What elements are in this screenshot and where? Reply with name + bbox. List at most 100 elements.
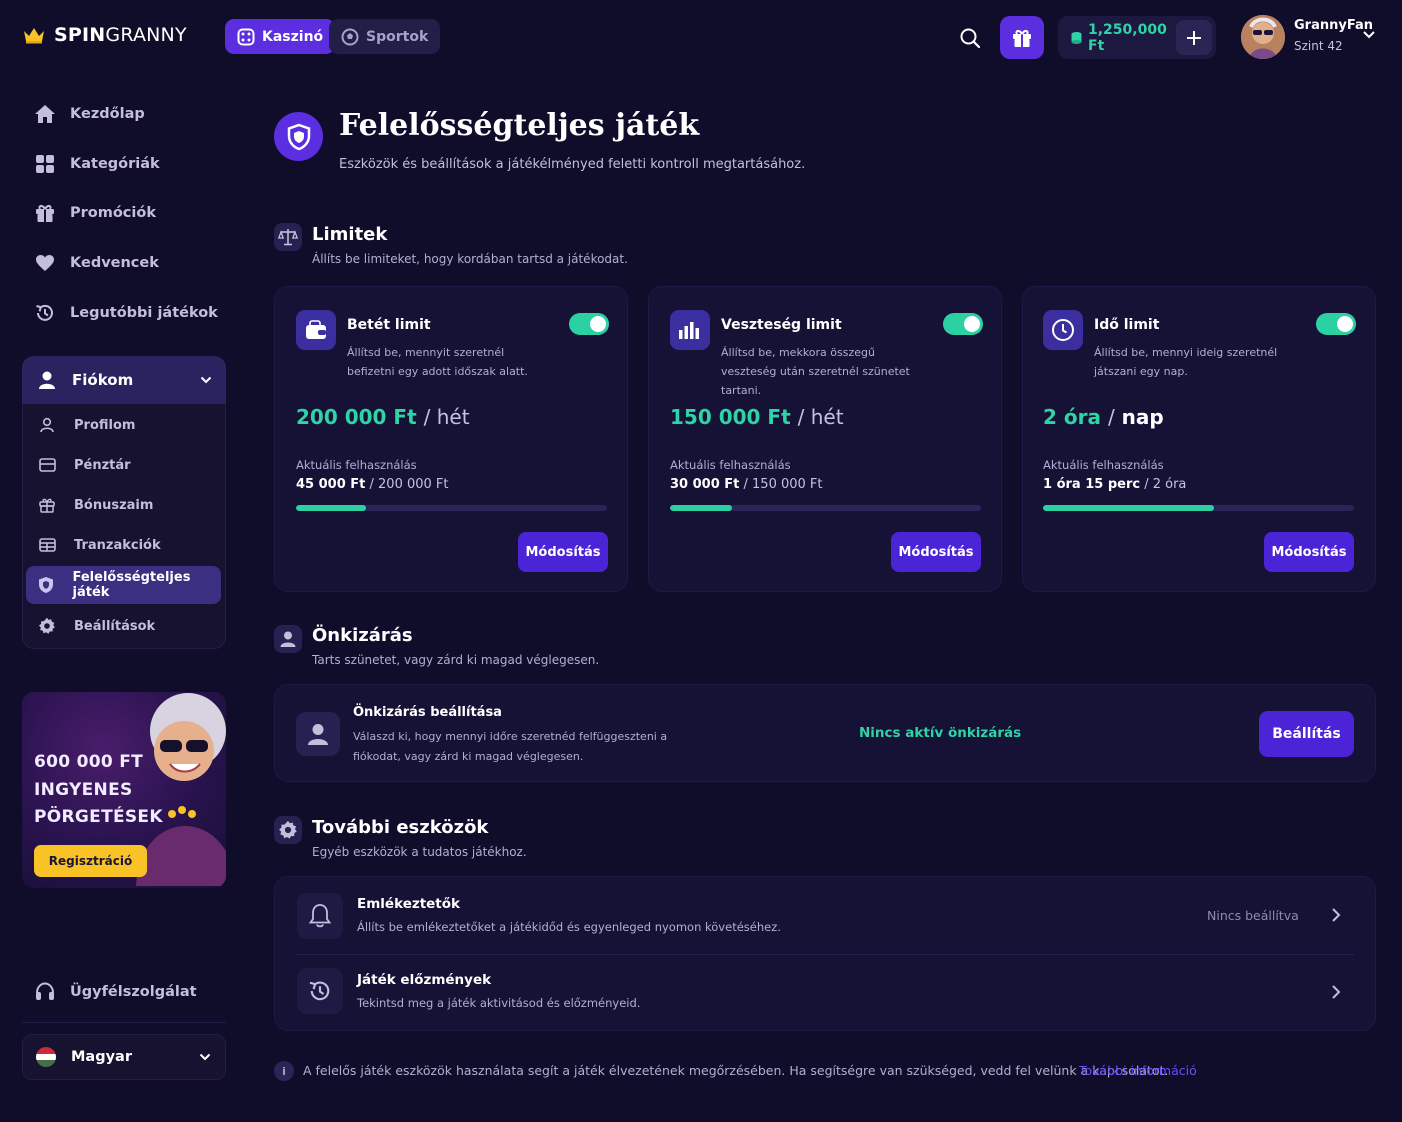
deposit-limit-value: 200 000 Ft / hét: [296, 405, 470, 429]
brand-logo[interactable]: SPINGRANNY: [22, 24, 187, 46]
page-title: Felelősségteljes játék: [339, 108, 700, 143]
self-exclusion-subtitle: Tarts szünetet, vagy zárd ki magad végle…: [312, 653, 600, 667]
tab-sports[interactable]: Sportok: [329, 19, 441, 54]
sidebar-item-label: Tranzakciók: [74, 537, 161, 553]
account-menu-label: Fiókom: [72, 371, 134, 389]
more-info-link[interactable]: További információ: [1079, 1063, 1197, 1078]
sidebar-item-recent-games[interactable]: Legutóbbi játékok: [22, 293, 226, 333]
page-subtitle: Eszközök és beállítások a játékélményed …: [339, 157, 806, 172]
search-button[interactable]: [954, 22, 986, 54]
sidebar-item-support[interactable]: Ügyfélszolgálat: [22, 972, 226, 1012]
card-description: Állítsd be, mennyi ideig szeretnél játsz…: [1094, 346, 1278, 378]
gear-icon: [274, 816, 302, 844]
loss-limit-value: 150 000 Ft / hét: [670, 405, 844, 429]
self-exclusion-setup-button[interactable]: Beállítás: [1259, 711, 1354, 757]
card-title: Betét limit: [347, 317, 431, 333]
sidebar-item-categories[interactable]: Kategóriák: [22, 144, 226, 184]
scales-icon: [274, 223, 302, 251]
usage-value: 1 óra 15 perc / 2 óra: [1043, 477, 1186, 492]
sidebar-item-label: Kezdőlap: [70, 106, 145, 122]
avatar[interactable]: [1241, 15, 1285, 59]
sidebar-item-label: Promóciók: [70, 205, 156, 221]
history-icon: [34, 302, 56, 324]
usage-current: 45 000 Ft: [296, 477, 366, 492]
usage-total: / 200 000 Ft: [369, 477, 449, 492]
sidebar-item-responsible-gaming[interactable]: Felelősségteljes játék: [26, 566, 221, 604]
tool-title: Emlékeztetők: [357, 896, 461, 912]
limits-title: Limitek: [312, 224, 388, 245]
promo-line: INGYENES: [34, 780, 133, 800]
chevron-right-icon[interactable]: [1331, 907, 1341, 923]
heart-icon: [34, 252, 56, 274]
shield-icon: [36, 574, 57, 596]
sidebar-item-home[interactable]: Kezdőlap: [22, 94, 226, 134]
self-exclusion-status: Nincs aktív önkizárás: [859, 725, 1022, 741]
register-button[interactable]: Regisztráció: [34, 845, 147, 877]
sidebar-item-settings[interactable]: Beállítások: [26, 607, 221, 645]
brand-name-regular: GRANNY: [105, 24, 187, 46]
user-icon: [296, 712, 340, 756]
gift-icon: [36, 494, 58, 516]
modify-time-limit-button[interactable]: Módosítás: [1264, 532, 1354, 572]
grid-icon: [34, 153, 56, 175]
usage-progress-fill: [1043, 505, 1215, 511]
language-label: Magyar: [71, 1049, 132, 1065]
user-icon: [274, 625, 302, 653]
limit-amount: 2 óra: [1043, 405, 1101, 429]
plus-icon: [1185, 29, 1203, 47]
chevron-down-icon[interactable]: [1362, 30, 1376, 40]
time-limit-value: 2 óra / nap: [1043, 405, 1164, 429]
wallet-icon: [296, 310, 336, 350]
tab-casino-label: Kaszinó: [262, 28, 324, 45]
tool-description: Tekintsd meg a játék aktivitásod és előz…: [357, 996, 641, 1010]
toggle-knob: [590, 316, 606, 332]
usage-current: 1 óra 15 perc: [1043, 477, 1141, 492]
language-select[interactable]: Magyar: [22, 1034, 226, 1080]
sports-icon: [341, 28, 359, 46]
sidebar-item-profile[interactable]: Profilom: [26, 406, 221, 444]
time-limit-toggle[interactable]: [1316, 313, 1356, 335]
user-icon: [36, 414, 58, 436]
chevron-down-icon: [199, 1053, 211, 1061]
bar-chart-icon: [670, 310, 710, 350]
modify-deposit-limit-button[interactable]: Módosítás: [518, 532, 608, 572]
brand-name-bold: SPIN: [54, 24, 106, 46]
modify-loss-limit-button[interactable]: Módosítás: [891, 532, 981, 572]
chevron-right-icon[interactable]: [1331, 984, 1341, 1000]
card-title: Veszteség limit: [721, 317, 842, 333]
sidebar-item-cashier[interactable]: Pénztár: [26, 446, 221, 484]
deposit-limit-toggle[interactable]: [569, 313, 609, 335]
gift-button[interactable]: [1000, 16, 1044, 59]
limit-period: / hét: [797, 405, 844, 429]
account-menu-toggle[interactable]: Fiókom: [22, 356, 226, 404]
limit-period: nap: [1121, 405, 1164, 429]
usage-label: Aktuális felhasználás: [296, 458, 417, 472]
usage-progress-bar: [670, 505, 981, 511]
loss-limit-toggle[interactable]: [943, 313, 983, 335]
sidebar-divider: [22, 1022, 226, 1023]
headset-icon: [34, 981, 56, 1003]
gift-icon: [34, 202, 56, 224]
sidebar-item-label: Pénztár: [74, 457, 131, 473]
toggle-knob: [964, 316, 980, 332]
tool-row-game-history[interactable]: [276, 955, 1374, 1030]
usage-progress-bar: [1043, 505, 1354, 511]
deposit-button[interactable]: [1176, 20, 1212, 55]
coins-icon: [1070, 31, 1083, 45]
usage-value: 45 000 Ft / 200 000 Ft: [296, 477, 449, 492]
sidebar-item-promotions[interactable]: Promóciók: [22, 193, 226, 233]
tool-description: Állíts be emlékeztetőket a játékidőd és …: [357, 920, 781, 934]
usage-label: Aktuális felhasználás: [670, 458, 791, 472]
wallet-balance[interactable]: 1,250,000 Ft: [1058, 16, 1216, 59]
balance-amount: 1,250,000 Ft: [1088, 21, 1167, 54]
sidebar-item-bonuses[interactable]: Bónuszaim: [26, 486, 221, 524]
history-icon: [297, 968, 343, 1014]
tab-casino[interactable]: Kaszinó: [225, 19, 336, 54]
footer-text: A felelős játék eszközök használata segí…: [303, 1063, 1169, 1078]
limit-period: / hét: [423, 405, 470, 429]
wallet-icon: [36, 454, 58, 476]
card-title: Idő limit: [1094, 317, 1160, 333]
tools-title: További eszközök: [312, 817, 489, 838]
sidebar-item-transactions[interactable]: Tranzakciók: [26, 526, 221, 564]
sidebar-item-favorites[interactable]: Kedvencek: [22, 243, 226, 283]
